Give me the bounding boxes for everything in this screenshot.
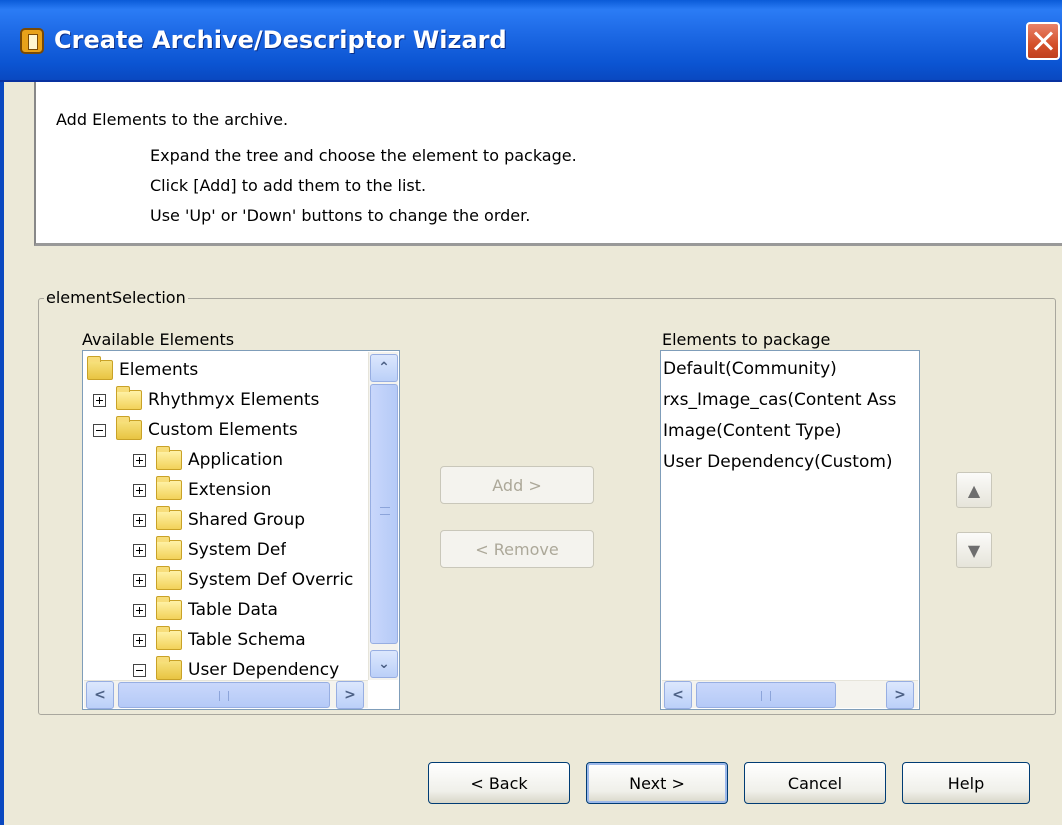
open-folder-icon xyxy=(156,656,182,680)
package-horizontal-scrollbar[interactable]: < > xyxy=(662,680,918,709)
scroll-left-arrow-icon[interactable]: < xyxy=(664,681,692,709)
help-button[interactable]: Help xyxy=(902,762,1030,804)
tree-vertical-scrollbar[interactable]: ⌃ ⌄ xyxy=(368,352,398,680)
collapse-icon[interactable] xyxy=(133,663,146,677)
list-item[interactable]: Image(Content Type) xyxy=(663,421,917,451)
tree-node-label: Custom Elements xyxy=(148,420,298,440)
instruction-heading: Add Elements to the archive. xyxy=(56,110,289,129)
title-bar[interactable]: Create Archive/Descriptor Wizard xyxy=(0,0,1062,82)
tree-node-extension[interactable]: Extension xyxy=(133,476,271,504)
tree-node-label: System Def Overric xyxy=(188,570,354,590)
folder-icon xyxy=(156,536,182,560)
expand-icon[interactable] xyxy=(93,393,106,407)
move-down-button[interactable]: ▼ xyxy=(956,532,992,568)
folder-icon xyxy=(156,596,182,620)
tree-node-application[interactable]: Application xyxy=(133,446,283,474)
remove-button[interactable]: < Remove xyxy=(440,530,594,568)
collapse-icon[interactable] xyxy=(93,423,106,437)
triangle-down-icon: ▼ xyxy=(967,540,981,560)
scroll-left-arrow-icon[interactable]: < xyxy=(86,681,114,709)
tree-node-label: System Def xyxy=(188,540,287,560)
available-elements-label: Available Elements xyxy=(82,330,235,349)
elements-to-package-label: Elements to package xyxy=(662,330,831,349)
instruction-panel: Add Elements to the archive. Expand the … xyxy=(34,82,1062,246)
grip-icon xyxy=(219,691,229,701)
scroll-thumb[interactable] xyxy=(118,682,330,708)
elements-to-package-list[interactable]: Default(Community) rxs_Image_cas(Content… xyxy=(660,350,920,710)
folder-icon xyxy=(156,446,182,470)
tree-node-label: Elements xyxy=(119,360,199,380)
scroll-down-arrow-icon[interactable]: ⌄ xyxy=(370,650,398,678)
tree-node-table-schema[interactable]: Table Schema xyxy=(133,626,306,654)
expand-icon[interactable] xyxy=(133,513,146,527)
tree-node-label: User Dependency xyxy=(188,660,340,680)
expand-icon[interactable] xyxy=(133,633,146,647)
instruction-line: Click [Add] to add them to the list. xyxy=(150,176,427,195)
list-item[interactable]: Default(Community) xyxy=(663,359,917,389)
folder-icon xyxy=(156,476,182,500)
tree-node-label: Application xyxy=(188,450,283,470)
instruction-line: Use 'Up' or 'Down' buttons to change the… xyxy=(150,206,531,225)
tree-node-system-def-override[interactable]: System Def Overric xyxy=(133,566,399,594)
open-folder-icon xyxy=(116,416,142,440)
list-item[interactable]: User Dependency(Custom) xyxy=(663,452,917,482)
expand-icon[interactable] xyxy=(133,543,146,557)
scroll-right-arrow-icon[interactable]: > xyxy=(886,681,914,709)
tree-horizontal-scrollbar[interactable]: < > xyxy=(84,680,368,709)
open-folder-icon xyxy=(87,356,113,380)
scroll-thumb[interactable] xyxy=(696,682,836,708)
cancel-button[interactable]: Cancel xyxy=(744,762,886,804)
window-title: Create Archive/Descriptor Wizard xyxy=(54,26,507,54)
tree-node-label: Shared Group xyxy=(188,510,306,530)
scroll-up-arrow-icon[interactable]: ⌃ xyxy=(370,354,398,382)
folder-icon xyxy=(156,506,182,530)
expand-icon[interactable] xyxy=(133,573,146,587)
tree-node-label: Table Data xyxy=(188,600,278,620)
instruction-line: Expand the tree and choose the element t… xyxy=(150,146,577,165)
tree-node-shared-group[interactable]: Shared Group xyxy=(133,506,305,534)
tree-node-elements[interactable]: Elements xyxy=(87,356,198,384)
expand-icon[interactable] xyxy=(133,453,146,467)
folder-icon xyxy=(156,626,182,650)
expand-icon[interactable] xyxy=(133,483,146,497)
grip-icon xyxy=(761,691,771,701)
tree-node-system-def[interactable]: System Def xyxy=(133,536,286,564)
tree-node-table-data[interactable]: Table Data xyxy=(133,596,278,624)
folder-icon xyxy=(116,386,142,410)
expand-icon[interactable] xyxy=(133,603,146,617)
wizard-app-icon xyxy=(20,28,44,54)
move-up-button[interactable]: ▲ xyxy=(956,472,992,508)
group-label: elementSelection xyxy=(44,288,188,307)
back-button[interactable]: < Back xyxy=(428,762,570,804)
tree-node-label: Rhythmyx Elements xyxy=(148,390,320,410)
close-window-button[interactable] xyxy=(1026,22,1060,60)
window-border xyxy=(0,82,4,825)
tree-node-label: Extension xyxy=(188,480,272,500)
tree-node-custom-elements[interactable]: Custom Elements xyxy=(93,416,298,444)
folder-icon xyxy=(156,566,182,590)
scroll-right-arrow-icon[interactable]: > xyxy=(336,681,364,709)
tree-node-rhythmyx-elements[interactable]: Rhythmyx Elements xyxy=(93,386,319,414)
grip-icon xyxy=(380,507,390,515)
scroll-thumb[interactable] xyxy=(370,384,398,644)
available-elements-tree[interactable]: Elements Rhythmyx Elements Custom Elemen… xyxy=(82,350,400,710)
next-button[interactable]: Next > xyxy=(586,762,728,804)
add-button[interactable]: Add > xyxy=(440,466,594,504)
tree-node-label: Table Schema xyxy=(188,630,306,650)
list-item[interactable]: rxs_Image_cas(Content Ass xyxy=(663,390,917,420)
triangle-up-icon: ▲ xyxy=(967,480,981,500)
